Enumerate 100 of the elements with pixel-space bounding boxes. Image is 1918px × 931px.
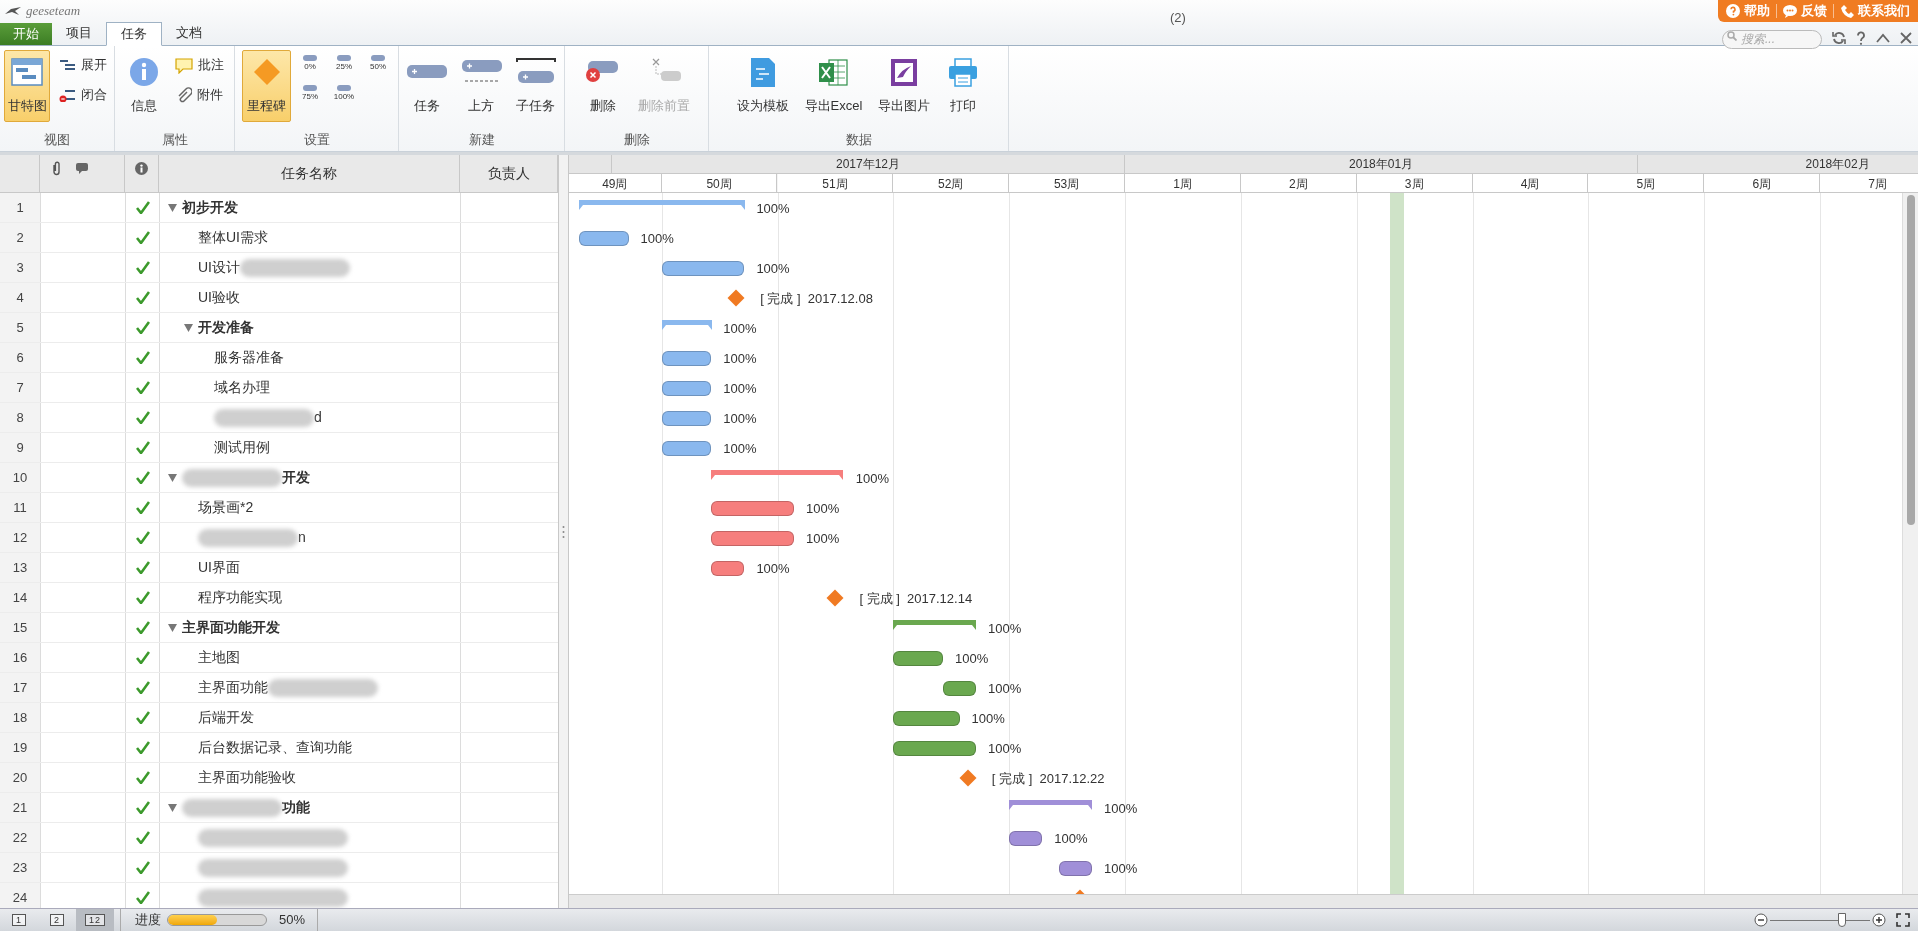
spreadsheet-icon — [817, 57, 850, 87]
task-name: 初步开发 — [182, 198, 238, 217]
ribbon-button[interactable]: 打印 — [941, 50, 986, 122]
bar-label: 100% — [988, 620, 1022, 638]
view-button[interactable]: 12 — [76, 908, 114, 931]
row-number: 20 — [0, 763, 41, 792]
row-number: 8 — [0, 403, 41, 432]
progress-label: 进度 — [135, 911, 161, 930]
progress-preset-button[interactable]: 100% — [331, 84, 357, 110]
ribbon-button[interactable]: 甘特图 — [4, 50, 50, 122]
help-icon — [1726, 4, 1740, 18]
ribbon-group-label: 设置 — [303, 131, 330, 150]
phone-icon — [1840, 4, 1854, 18]
progress-preset-button[interactable]: 0% — [297, 54, 323, 80]
zoom-out-icon[interactable] — [1754, 913, 1768, 927]
task-name: 整体UI需求 — [198, 228, 268, 247]
expand-triangle-icon[interactable] — [168, 203, 177, 212]
ribbon-button[interactable]: 批注 — [172, 54, 227, 76]
expand-triangle-icon[interactable] — [168, 803, 177, 812]
bird-icon — [4, 5, 22, 16]
help-icon[interactable] — [1856, 31, 1866, 45]
search-field[interactable]: 搜索... — [1722, 29, 1822, 49]
ribbon-button[interactable]: 导出图片 — [873, 50, 936, 122]
info-icon — [135, 162, 148, 175]
view-button[interactable]: 2 — [38, 908, 76, 931]
scrollbar[interactable] — [1902, 193, 1918, 894]
ribbon-button[interactable]: 子任务 — [511, 50, 560, 122]
slider-thumb[interactable] — [1838, 913, 1846, 927]
scrollbar-thumb[interactable] — [1906, 195, 1915, 525]
task-bar-icon — [514, 57, 557, 85]
task-name: 域名办理 — [214, 378, 270, 397]
progress-preset-button[interactable]: 25% — [331, 54, 357, 80]
progress-preset-button[interactable]: 75% — [297, 84, 323, 110]
task-name: n — [298, 528, 306, 547]
month-header: 2018年02月 — [1638, 155, 1918, 174]
task-name: 后台数据记录、查询功能 — [198, 738, 352, 757]
bar-label: [ 完成 ] 2017.12.08 — [760, 290, 873, 308]
task-name: 程序功能实现 — [198, 588, 282, 607]
task-name: 开发准备 — [198, 318, 254, 337]
task-name: d — [314, 408, 322, 427]
close-icon[interactable] — [1900, 32, 1912, 44]
zoom-slider[interactable] — [1770, 913, 1870, 927]
tab[interactable]: 开始 — [0, 23, 52, 45]
progress-text: 50% — [279, 911, 306, 930]
row-number: 4 — [0, 283, 41, 312]
ribbon-button[interactable]: 信息 — [122, 50, 166, 122]
ribbon-button[interactable]: 任务 — [403, 50, 452, 122]
ribbon-group-label: 数据 — [845, 131, 872, 150]
task-bar-icon — [460, 57, 503, 85]
row-number: 1 — [0, 193, 41, 222]
ribbon-button[interactable]: 删除 — [578, 50, 627, 122]
tab[interactable]: 任务 — [106, 22, 162, 46]
expand-triangle-icon[interactable] — [168, 473, 177, 482]
ribbon-button[interactable]: 导出Excel — [799, 50, 868, 122]
tab[interactable]: 项目 — [52, 21, 106, 45]
row-number: 11 — [0, 493, 41, 522]
week-header: 7周 — [1820, 174, 1918, 192]
view-button[interactable]: 1 — [0, 908, 38, 931]
bar-label: 100% — [806, 500, 840, 518]
ribbon-button[interactable]: 展开 — [56, 54, 110, 76]
bar-label: 100% — [723, 320, 757, 338]
collapse-icon[interactable] — [1876, 33, 1890, 43]
task-bar — [661, 351, 712, 366]
tab[interactable]: 文档 — [162, 21, 216, 45]
task-name: 主界面功能 — [198, 678, 268, 697]
zoom-in-icon[interactable] — [1872, 913, 1886, 927]
column-header: 任务名称 — [281, 164, 337, 183]
paperclip-icon — [52, 161, 61, 176]
splitter-handle-icon[interactable] — [562, 524, 565, 539]
row-number: 6 — [0, 343, 41, 372]
bar-icon — [302, 84, 318, 92]
scrollbar[interactable] — [569, 894, 1918, 908]
ribbon-button[interactable]: 附件 — [172, 84, 227, 106]
row-number: 17 — [0, 673, 41, 702]
row-number: 22 — [0, 823, 41, 852]
task-name: 主界面功能开发 — [182, 618, 280, 637]
bar-icon — [336, 84, 352, 92]
task-name: 开发 — [282, 468, 310, 487]
fullscreen-icon[interactable] — [1896, 913, 1910, 927]
info-icon — [129, 57, 159, 87]
bar-label: 100% — [1103, 800, 1138, 818]
refresh-icon[interactable] — [1832, 31, 1846, 45]
outdent-lines-icon — [59, 88, 76, 102]
expand-triangle-icon[interactable] — [168, 623, 177, 632]
ribbon-group-label: 属性 — [161, 131, 188, 150]
ribbon-button[interactable]: 闭合 — [56, 84, 110, 106]
bar-label: 100% — [971, 710, 1005, 728]
bar-label: [ 完成 ] 2017.12.14 — [859, 590, 973, 608]
window-title: (2) — [1170, 9, 1186, 27]
ribbon-button[interactable]: 上方 — [457, 50, 506, 122]
bar-label: 100% — [723, 440, 757, 458]
week-header: 49周 — [569, 174, 662, 192]
task-name: 后端开发 — [198, 708, 254, 727]
progress-preset-button[interactable]: 50% — [365, 54, 391, 80]
ribbon-button[interactable]: 设为模板 — [731, 50, 794, 122]
expand-triangle-icon[interactable] — [184, 323, 193, 332]
week-header: 53周 — [1009, 174, 1126, 192]
comment-icon — [75, 162, 89, 175]
ribbon-button[interactable]: 里程碑 — [242, 50, 291, 122]
app-logo: geeseteam — [26, 1, 81, 20]
